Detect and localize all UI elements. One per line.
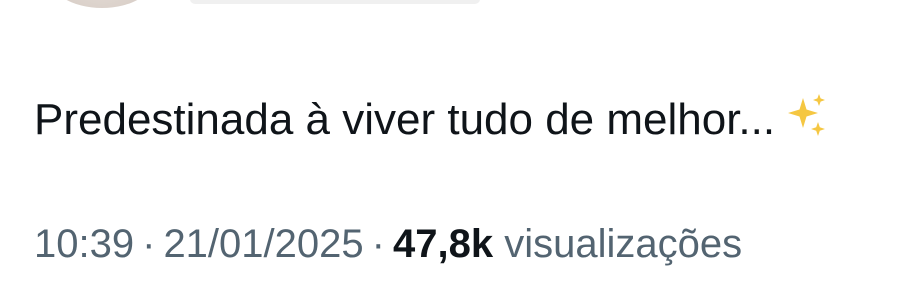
meta-separator: ·	[142, 222, 156, 266]
sparkles-icon	[781, 92, 829, 140]
tweet-meta: 10:39 · 21/01/2025 · 47,8k visualizações	[34, 216, 742, 272]
author-name-blurred[interactable]	[190, 0, 480, 4]
views-count[interactable]: 47,8k	[393, 222, 493, 266]
tweet-time[interactable]: 10:39	[34, 222, 134, 266]
meta-separator: ·	[371, 222, 385, 266]
views-label: visualizações	[504, 222, 743, 266]
tweet-text-content: Predestinada à viver tudo de melhor...	[34, 95, 776, 144]
author-avatar[interactable]	[48, 0, 156, 8]
tweet-text: Predestinada à viver tudo de melhor...	[34, 88, 829, 152]
tweet-date[interactable]: 21/01/2025	[163, 222, 363, 266]
